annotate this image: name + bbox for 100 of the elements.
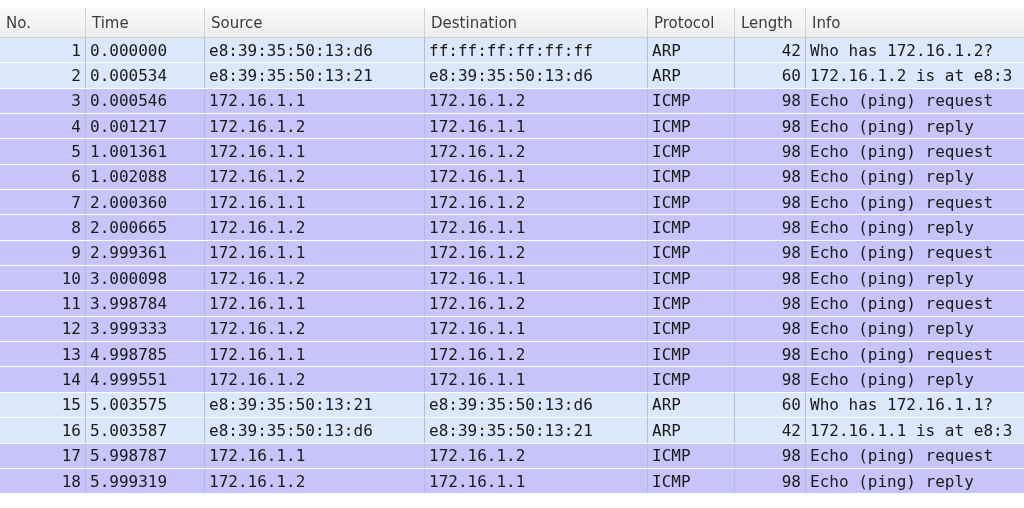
packet-row[interactable]: 17 5.998787 172.16.1.1 172.16.1.2 ICMP 98 Echo (ping) request [0, 443, 1024, 469]
table-cell: 98 [781, 142, 801, 162]
table-cell: 5 [71, 142, 81, 162]
table-cell: 172.16.1.2 [429, 294, 526, 314]
table-cell: 172.16.1.2 [429, 446, 526, 466]
table-cell: 1.001361 [90, 142, 168, 162]
column-header[interactable]: Time [86, 8, 205, 37]
packet-row[interactable]: 10 3.000098 172.16.1.2 172.16.1.1 ICMP 98 Echo (ping) reply [0, 266, 1024, 292]
table-cell: 98 [781, 116, 801, 136]
table-cell: 3.998784 [90, 294, 168, 314]
table-cell: 98 [781, 218, 801, 238]
table-cell: 5.998787 [90, 446, 168, 466]
table-cell: 60 [781, 66, 801, 85]
table-cell: Echo (ping) request [810, 192, 994, 212]
table-cell: Echo (ping) request [810, 294, 994, 314]
table-cell: 172.16.1.2 [209, 167, 306, 187]
table-cell: 2.000360 [90, 192, 168, 212]
table-cell: 172.16.1.1 [429, 116, 526, 136]
packet-row[interactable]: 8 2.000665 172.16.1.2 172.16.1.1 ICMP 98 Echo (ping) reply [0, 215, 1024, 241]
table-cell: 172.16.1.2 [429, 142, 526, 162]
table-cell: e8:39:35:50:13:d6 [209, 420, 373, 440]
table-cell: 172.16.1.2 [429, 192, 526, 212]
table-cell: 0.001217 [90, 116, 168, 136]
table-cell: 3 [71, 91, 81, 111]
table-cell: e8:39:35:50:13:21 [209, 395, 373, 415]
column-header[interactable]: Source [205, 8, 425, 37]
column-header[interactable]: No. [0, 8, 86, 37]
packet-row[interactable]: 18 5.999319 172.16.1.2 172.16.1.1 ICMP 98 Echo (ping) reply [0, 468, 1024, 495]
table-cell: ICMP [652, 218, 691, 238]
packet-row[interactable]: 13 4.998785 172.16.1.1 172.16.1.2 ICMP 98 Echo (ping) request [0, 342, 1024, 368]
table-cell: Who has 172.16.1.1? [810, 395, 994, 415]
table-cell: ICMP [652, 243, 691, 263]
table-cell: ICMP [652, 116, 691, 136]
table-cell: 9 [71, 243, 81, 263]
table-cell: 4.999551 [90, 370, 168, 390]
packet-row[interactable]: 4 0.001217 172.16.1.2 172.16.1.1 ICMP 98 Echo (ping) reply [0, 114, 1024, 140]
table-cell: Echo (ping) reply [810, 319, 974, 339]
table-cell: Echo (ping) request [810, 446, 994, 466]
table-cell: e8:39:35:50:13:d6 [209, 40, 373, 60]
table-cell: 98 [781, 344, 801, 364]
table-cell: 98 [781, 243, 801, 263]
packet-row[interactable]: 7 2.000360 172.16.1.1 172.16.1.2 ICMP 98 Echo (ping) request [0, 190, 1024, 216]
table-cell: ICMP [652, 91, 691, 111]
table-cell: 2 [71, 66, 81, 85]
table-cell: e8:39:35:50:13:d6 [429, 395, 593, 415]
table-cell: 98 [781, 471, 801, 491]
table-cell: 98 [781, 167, 801, 187]
packet-row[interactable]: 9 2.999361 172.16.1.1 172.16.1.2 ICMP 98 Echo (ping) request [0, 240, 1024, 267]
packet-row[interactable]: 3 0.000546 172.16.1.1 172.16.1.2 ICMP 98 Echo (ping) request [0, 88, 1024, 115]
packet-row[interactable]: 5 1.001361 172.16.1.1 172.16.1.2 ICMP 98 Echo (ping) request [0, 139, 1024, 165]
packet-row[interactable]: 16 5.003587 e8:39:35:50:13:d6 e8:39:35:50:13:21 ARP 42 172.16.1.1 is at e8:3 [0, 418, 1024, 444]
table-cell: 18 [61, 471, 81, 491]
table-cell: 98 [781, 319, 801, 339]
table-cell: Echo (ping) reply [810, 370, 974, 390]
table-cell: Echo (ping) request [810, 243, 994, 263]
column-header[interactable]: Destination [425, 8, 648, 37]
table-cell: 17 [61, 446, 81, 466]
table-cell: Echo (ping) reply [810, 167, 974, 187]
table-cell: 13 [61, 344, 81, 364]
table-cell: e8:39:35:50:13:21 [429, 420, 593, 440]
packet-row[interactable]: 11 3.998784 172.16.1.1 172.16.1.2 ICMP 98 Echo (ping) request [0, 291, 1024, 317]
table-cell: 15 [61, 395, 81, 415]
table-cell: 172.16.1.1 [209, 192, 306, 212]
table-cell: 1.002088 [90, 167, 168, 187]
packet-row[interactable]: 14 4.999551 172.16.1.2 172.16.1.1 ICMP 98 Echo (ping) reply [0, 367, 1024, 393]
table-cell: Echo (ping) reply [810, 116, 974, 136]
table-cell: 0.000000 [90, 40, 168, 60]
table-cell: 172.16.1.2 [429, 344, 526, 364]
packet-row[interactable]: 1 0.000000 e8:39:35:50:13:d6 ff:ff:ff:ff:ff:ff ARP 42 Who has 172.16.1.2? [0, 38, 1024, 64]
table-cell: 98 [781, 268, 801, 288]
table-cell: 1 [71, 40, 81, 60]
table-cell: 172.16.1.1 [209, 142, 306, 162]
table-cell: 172.16.1.2 [429, 91, 526, 111]
table-cell: 172.16.1.2 [209, 471, 306, 491]
table-cell: 14 [61, 370, 81, 390]
table-cell: 8 [71, 218, 81, 238]
table-cell: 3.999333 [90, 319, 168, 339]
table-cell: 172.16.1.1 [209, 91, 306, 111]
table-cell: ICMP [652, 294, 691, 314]
table-cell: 60 [781, 395, 801, 415]
table-cell: 3.000098 [90, 268, 168, 288]
table-cell: 172.16.1.1 [209, 243, 306, 263]
table-cell: 98 [781, 294, 801, 314]
table-cell: 172.16.1.1 [209, 344, 306, 364]
table-cell: Echo (ping) reply [810, 471, 974, 491]
table-cell: 98 [781, 192, 801, 212]
packet-row[interactable]: 6 1.002088 172.16.1.2 172.16.1.1 ICMP 98 Echo (ping) reply [0, 164, 1024, 191]
column-header[interactable]: Info [806, 8, 1024, 37]
table-cell: ICMP [652, 319, 691, 339]
packet-row[interactable]: 12 3.999333 172.16.1.2 172.16.1.1 ICMP 98 Echo (ping) reply [0, 316, 1024, 343]
packet-row[interactable]: 15 5.003575 e8:39:35:50:13:21 e8:39:35:50:13:d6 ARP 60 Who has 172.16.1.1? [0, 392, 1024, 419]
table-cell: 6 [71, 167, 81, 187]
packet-row[interactable]: 2 0.000534 e8:39:35:50:13:21 e8:39:35:50:13:d6 ARP 60 172.16.1.2 is at e8:3 [0, 63, 1024, 89]
table-cell: 172.16.1.1 [429, 370, 526, 390]
column-header[interactable]: Protocol [648, 8, 735, 37]
table-cell: 11 [61, 294, 81, 314]
table-cell: 98 [781, 370, 801, 390]
table-cell: Who has 172.16.1.2? [810, 40, 994, 60]
column-header[interactable]: Length [735, 8, 806, 37]
table-cell: 172.16.1.1 [209, 446, 306, 466]
